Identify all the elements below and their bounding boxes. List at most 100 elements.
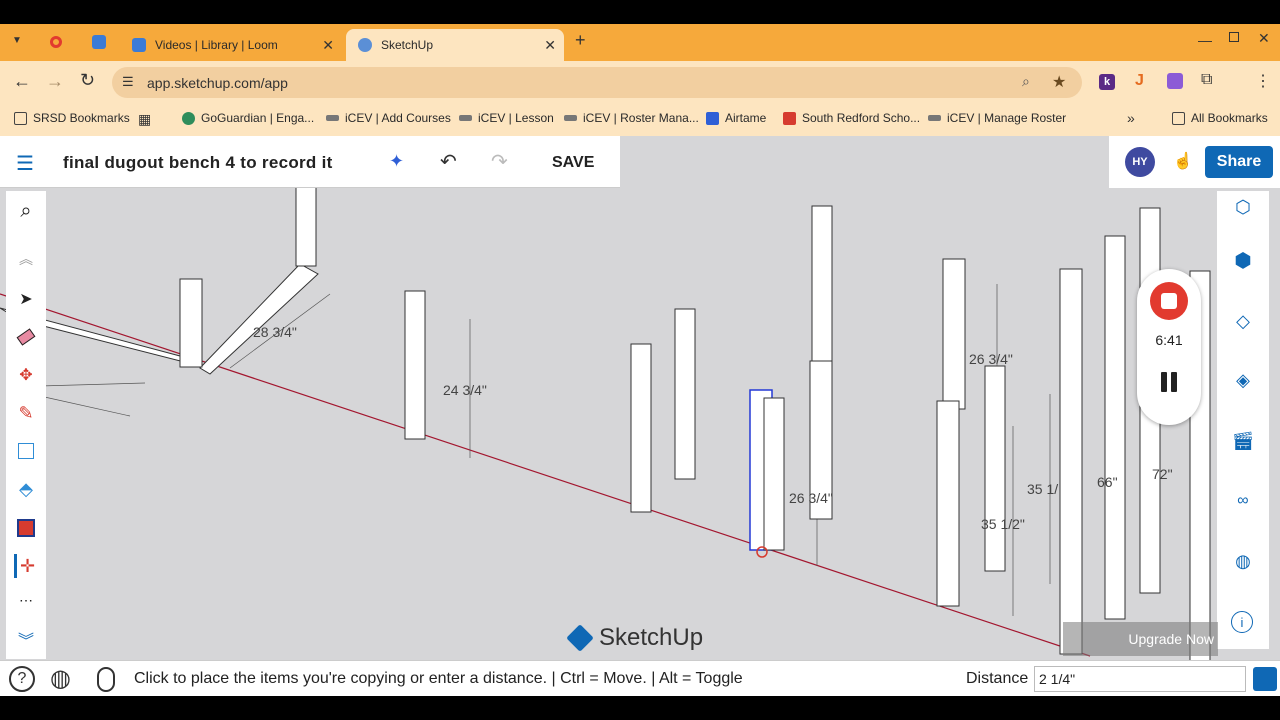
search-icon[interactable]: ⌕ <box>14 199 38 223</box>
status-message: Click to place the items you're copying … <box>134 670 743 687</box>
cube-icon[interactable]: ⬢ <box>1231 248 1255 272</box>
tab-label: Videos | Library | Loom <box>155 38 278 52</box>
bookmark-item[interactable]: South Redford Scho... <box>783 111 920 125</box>
left-toolbar: ⌕ ︽ ➤ ✥ ✎ ⬘ ✛ ⋯ ︾ <box>6 191 46 659</box>
tag-icon[interactable]: ◇ <box>1231 309 1255 333</box>
header-right: HY ☝ Share <box>1109 136 1280 188</box>
restore-icon[interactable] <box>1229 32 1239 42</box>
reload-icon[interactable]: ↻ <box>80 70 95 91</box>
minimize-icon[interactable]: — <box>1198 32 1212 48</box>
component-icon[interactable]: ⬡ <box>1231 195 1255 219</box>
extension-k-icon[interactable]: k <box>1099 74 1115 90</box>
pause-icon[interactable] <box>1159 372 1179 394</box>
dimension-label: 35 1/2" <box>981 516 1025 532</box>
zoom-icon[interactable]: ⌕ <box>1022 73 1030 90</box>
paint-icon[interactable]: ✥ <box>14 363 38 387</box>
post <box>404 290 426 440</box>
tab-sketchup[interactable]: SketchUp ✕ <box>346 29 564 61</box>
help-icon[interactable]: ? <box>9 666 35 692</box>
dimension-label: 24 3/4" <box>443 382 487 398</box>
layers-icon[interactable]: ◈ <box>1231 368 1255 392</box>
folder-icon <box>1172 111 1185 125</box>
bookmark-item[interactable]: Airtame <box>706 111 766 125</box>
tab-label: SketchUp <box>381 38 434 52</box>
post <box>674 308 696 480</box>
apps-grid-icon[interactable]: ▦ <box>138 111 151 128</box>
distance-input[interactable] <box>1034 666 1246 692</box>
back-icon[interactable]: ← <box>13 71 31 92</box>
stop-recording-button[interactable] <box>1150 282 1188 320</box>
screen: ▼ Videos | Library | Loom ✕ SketchUp ✕ +… <box>0 0 1280 720</box>
pencil-icon[interactable]: ✎ <box>14 401 38 425</box>
sparkle-icon[interactable]: ✦ <box>389 151 404 172</box>
tab-loom[interactable]: Videos | Library | Loom ✕ <box>120 29 342 61</box>
recorder-widget: 6:41 <box>1137 269 1201 425</box>
brand-text: SketchUp <box>599 624 704 651</box>
bookmark-item[interactable]: iCEV | Manage Roster <box>928 111 1066 125</box>
line-icon[interactable] <box>14 439 38 463</box>
globe-icon[interactable]: ◍ <box>1231 549 1255 573</box>
goguardian-icon <box>182 111 195 125</box>
save-button[interactable]: SAVE <box>552 154 594 172</box>
chevron-up-icon[interactable]: ︽ <box>14 247 38 271</box>
info-icon[interactable]: i <box>1231 611 1253 633</box>
dimension-line <box>39 382 146 387</box>
extensions-icon[interactable]: ⧉ <box>1201 71 1212 89</box>
bookmark-item[interactable]: iCEV | Add Courses <box>326 111 451 125</box>
model-canvas[interactable] <box>0 136 1280 696</box>
airtame-icon <box>706 111 719 125</box>
gmail-icon <box>783 111 796 125</box>
tab-search-icon[interactable]: ▼ <box>12 35 22 46</box>
redo-icon[interactable]: ↷ <box>491 149 508 174</box>
icev-icon <box>928 115 941 121</box>
status-bar: ? ◍ Click to place the items you're copy… <box>0 660 1280 696</box>
post <box>630 343 652 513</box>
post-copy <box>763 397 785 551</box>
browser-tab-strip: ▼ Videos | Library | Loom ✕ SketchUp ✕ +… <box>0 24 1280 61</box>
close-tab-icon[interactable]: ✕ <box>322 37 334 54</box>
bookmark-item[interactable]: iCEV | Lesson <box>459 111 554 125</box>
more-icon[interactable]: ⋯ <box>14 588 38 612</box>
forward-icon[interactable]: → <box>46 71 64 92</box>
share-button[interactable]: Share <box>1205 146 1273 178</box>
close-tab-icon[interactable]: ✕ <box>544 37 556 54</box>
file-title[interactable]: final dugout bench 4 to record it <box>63 153 333 173</box>
undo-icon[interactable]: ↶ <box>440 149 457 174</box>
upgrade-now-button[interactable]: Upgrade Now <box>1063 622 1218 656</box>
globe-icon[interactable]: ◍ <box>50 664 71 693</box>
bookmark-star-icon[interactable]: ★ <box>1052 72 1066 92</box>
distance-label: Distance <box>966 670 1029 687</box>
push-pull-icon[interactable]: ⬘ <box>14 477 38 501</box>
record-tab-icon[interactable] <box>50 36 62 48</box>
offset-icon[interactable] <box>14 516 38 540</box>
folder-icon <box>14 111 27 125</box>
sketchup-badge-icon[interactable] <box>1253 667 1277 691</box>
extension-loom-icon[interactable] <box>1167 73 1183 89</box>
glasses-icon[interactable]: ∞ <box>1231 489 1255 513</box>
menu-icon[interactable]: ⋮ <box>1255 71 1271 91</box>
bookmark-item[interactable]: GoGuardian | Enga... <box>182 111 314 125</box>
post <box>811 205 833 365</box>
bookmark-item[interactable]: iCEV | Roster Mana... <box>564 111 699 125</box>
address-bar[interactable]: ☰ app.sketchup.com/app ⌕ ★ <box>112 67 1082 98</box>
tab-favicon-icon[interactable] <box>92 35 106 49</box>
mouse-icon[interactable] <box>97 667 115 692</box>
plus-icon[interactable]: + <box>575 30 586 51</box>
site-settings-icon[interactable]: ☰ <box>122 74 134 90</box>
extension-j-icon[interactable]: J <box>1135 72 1144 90</box>
select-icon[interactable]: ➤ <box>14 287 38 311</box>
chevron-down-icon[interactable]: ︾ <box>14 627 38 651</box>
bench-post <box>295 185 317 267</box>
eraser-icon[interactable] <box>14 325 38 349</box>
close-window-icon[interactable]: ✕ <box>1258 30 1270 47</box>
more-bookmarks-icon[interactable]: » <box>1127 110 1135 126</box>
avatar[interactable]: HY <box>1125 147 1155 177</box>
dimension-line <box>39 395 131 417</box>
post <box>1104 235 1126 620</box>
scenes-icon[interactable]: 🎬︎ <box>1231 429 1255 453</box>
hamburger-menu-icon[interactable]: ☰ <box>16 151 34 176</box>
bookmark-item[interactable]: SRSD Bookmarks <box>14 111 130 125</box>
all-bookmarks[interactable]: All Bookmarks <box>1172 111 1268 125</box>
move-icon[interactable]: ✛ <box>14 554 38 578</box>
bookmarks-bar: SRSD Bookmarks ▦ GoGuardian | Enga... iC… <box>0 104 1280 136</box>
